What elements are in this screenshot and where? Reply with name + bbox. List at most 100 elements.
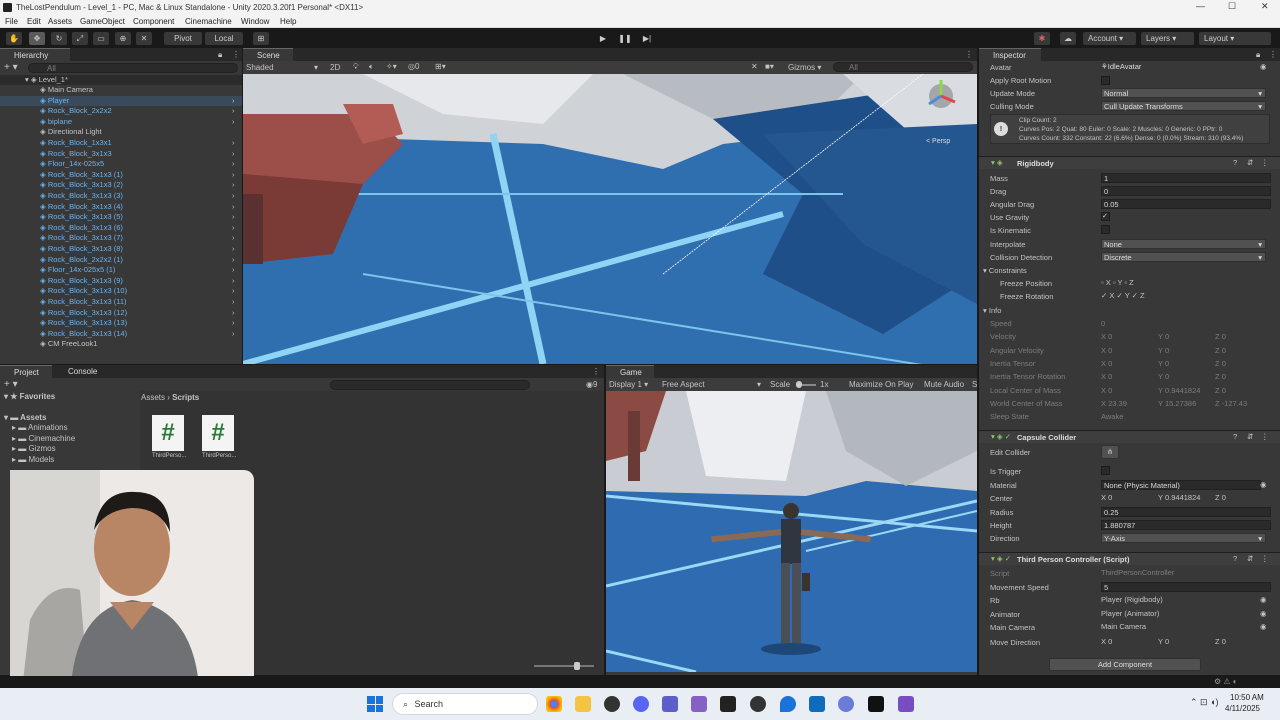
chevron-right-icon[interactable]: › — [232, 297, 235, 307]
hidden-objects-icon[interactable]: ◎0 — [408, 62, 419, 71]
menu-help[interactable]: Help — [280, 17, 296, 26]
script-row-field[interactable]: Player (Animator) — [1101, 609, 1261, 619]
persp-label[interactable]: < Persp — [926, 138, 950, 145]
start-icon[interactable] — [367, 696, 383, 712]
menu-component[interactable]: Component — [133, 17, 174, 26]
menu-window[interactable]: Window — [241, 17, 269, 26]
angular-drag-field[interactable]: 0.05 — [1101, 199, 1271, 209]
component-menu-icon[interactable]: ⋮ — [1261, 432, 1269, 441]
panel-menu-icon[interactable]: ⋮ — [232, 50, 240, 59]
account-dropdown[interactable]: Account ▾ — [1083, 32, 1136, 45]
is-trigger-checkbox[interactable] — [1101, 466, 1110, 475]
custom-tool-icon[interactable]: ✕ — [136, 32, 152, 45]
hierarchy-item[interactable]: ◈ Rock_Block_3x1x3 (4) › — [0, 202, 242, 212]
terminal-icon[interactable] — [720, 696, 736, 712]
script-file[interactable]: # ThirdPerso... — [202, 415, 238, 467]
tab-scene[interactable]: Scene — [243, 48, 293, 61]
help-icon[interactable]: ? — [1233, 158, 1237, 167]
collision-detection-dropdown[interactable]: Discrete ▾ — [1101, 252, 1266, 262]
settings-icon[interactable] — [838, 696, 854, 712]
local-toggle[interactable]: Local — [205, 32, 243, 45]
chevron-right-icon[interactable]: › — [232, 170, 235, 180]
hierarchy-item[interactable]: ◈ Rock_Block_3x1x3 (3) › — [0, 191, 242, 201]
center-y[interactable]: Y 0.9441824 — [1158, 493, 1200, 502]
interpolate-dropdown[interactable]: None ▾ — [1101, 239, 1266, 249]
hierarchy-item[interactable]: ◈ Rock_Block_2x2x2 › — [0, 106, 242, 116]
edit-collider-button[interactable]: ⋔ — [1101, 445, 1119, 459]
shading-dropdown[interactable]: Shaded ▾ — [246, 63, 321, 72]
grid-snap-icon[interactable]: ⊞ — [253, 32, 269, 45]
effects-icon[interactable]: ✧▾ — [386, 62, 397, 71]
chevron-right-icon[interactable]: › — [232, 265, 235, 275]
project-search-input[interactable] — [330, 380, 530, 390]
scene-menu-icon[interactable]: ⋮ — [965, 50, 973, 59]
favorites-item[interactable]: ▾ ★ Favorites — [4, 392, 55, 401]
taskbar-search-box[interactable]: ⌕ Search — [392, 693, 538, 715]
scene-search-input[interactable]: All — [833, 62, 973, 72]
chevron-right-icon[interactable]: › — [232, 180, 235, 190]
drag-field[interactable]: 0 — [1101, 186, 1271, 196]
constraints-foldout[interactable]: ▾ Constraints — [983, 266, 1027, 275]
pivot-toggle[interactable]: Pivot — [164, 32, 202, 45]
outlook-icon[interactable] — [809, 696, 825, 712]
chevron-right-icon[interactable]: › — [232, 202, 235, 212]
maximize-on-play-toggle[interactable]: Maximize On Play — [849, 380, 913, 389]
tab-hierarchy[interactable]: Hierarchy — [0, 48, 70, 61]
media-icon[interactable] — [750, 696, 766, 712]
visual-studio-icon[interactable] — [691, 696, 707, 712]
hierarchy-item[interactable]: ◈ Main Camera — [0, 85, 242, 95]
move-direction-z[interactable]: Z 0 — [1215, 637, 1226, 646]
add-component-button[interactable]: Add Component — [1049, 658, 1201, 671]
hierarchy-item[interactable]: ◈ Rock_Block_3x1x3 (6) › — [0, 223, 242, 233]
hierarchy-item[interactable]: ◈ Rock_Block_3x1x3 (8) › — [0, 244, 242, 254]
scale-slider[interactable] — [796, 381, 816, 388]
chevron-right-icon[interactable]: › — [232, 138, 235, 148]
vscode-icon[interactable] — [898, 696, 914, 712]
hierarchy-search-input[interactable]: All — [28, 63, 238, 73]
hierarchy-item[interactable]: ◈ Floor_14x-025x5 (1) › — [0, 265, 242, 275]
help-icon[interactable]: ? — [1233, 554, 1237, 563]
tab-inspector[interactable]: Inspector — [979, 48, 1041, 61]
hierarchy-item[interactable]: ◈ Rock_Block_1x3x1 › — [0, 138, 242, 148]
preset-icon[interactable]: ⇵ — [1247, 158, 1253, 167]
hierarchy-item[interactable]: ◈ Rock_Block_3x1x3 (13) › — [0, 318, 242, 328]
center-x[interactable]: X 0 — [1101, 493, 1112, 502]
folder-cinemachine[interactable]: ▸ ▬ Cinemachine — [12, 434, 75, 443]
apply-root-motion-checkbox[interactable] — [1101, 76, 1110, 85]
menu-gameobject[interactable]: GameObject — [80, 17, 125, 26]
script-row-field[interactable]: 5 — [1101, 581, 1271, 592]
inspector-menu-icon[interactable]: ⋮ — [1269, 50, 1277, 59]
component-menu-icon[interactable]: ⋮ — [1261, 554, 1269, 563]
move-tool-icon[interactable]: ✥ — [29, 32, 45, 45]
display-dropdown[interactable]: Display 1 ▾ — [609, 380, 648, 389]
scale-tool-icon[interactable]: ⤢ — [72, 32, 88, 45]
create-button[interactable]: + ▾ — [4, 62, 18, 73]
mass-field[interactable]: 1 — [1101, 173, 1271, 183]
icon-size-slider[interactable] — [534, 662, 594, 670]
transform-tool-icon[interactable]: ⊕ — [115, 32, 131, 45]
hierarchy-item[interactable]: ◈ Floor_14x-025x5 › — [0, 159, 242, 169]
menu-edit[interactable]: Edit — [27, 17, 41, 26]
chrome-icon[interactable] — [546, 696, 562, 712]
lock-icon[interactable]: 🔒︎ — [218, 50, 222, 60]
freeze-rotation-toggles[interactable]: ✓ X ✓ Y ✓ Z — [1101, 291, 1145, 300]
maximize-icon[interactable]: ☐ — [1228, 1, 1236, 12]
game-viewport[interactable] — [606, 391, 977, 672]
inspector-lock-icon[interactable]: 🔒︎ — [1256, 50, 1260, 60]
chevron-right-icon[interactable]: › — [232, 106, 235, 116]
material-picker-icon[interactable]: ◉ — [1260, 480, 1267, 489]
menu-cinemachine[interactable]: Cinemachine — [185, 17, 232, 26]
hierarchy-item[interactable]: ◈ Rock_Block_2x2x2 (1) › — [0, 255, 242, 265]
tools-icon[interactable]: ✕ — [751, 62, 758, 71]
chevron-right-icon[interactable]: › — [232, 212, 235, 222]
menu-file[interactable]: File — [5, 17, 18, 26]
chevron-right-icon[interactable]: › — [232, 244, 235, 254]
material-field[interactable]: None (Physic Material) — [1101, 480, 1261, 490]
grid-icon[interactable]: ⊞▾ — [435, 62, 446, 71]
center-z[interactable]: Z 0 — [1215, 493, 1226, 502]
culling-mode-dropdown[interactable]: Cull Update Transforms ▾ — [1101, 101, 1266, 111]
tab-project[interactable]: Project — [0, 365, 52, 378]
chevron-right-icon[interactable]: › — [232, 255, 235, 265]
hierarchy-item[interactable]: ◈ Rock_Block_3x1x3 (1) › — [0, 170, 242, 180]
folder-models[interactable]: ▸ ▬ Models — [12, 455, 54, 464]
